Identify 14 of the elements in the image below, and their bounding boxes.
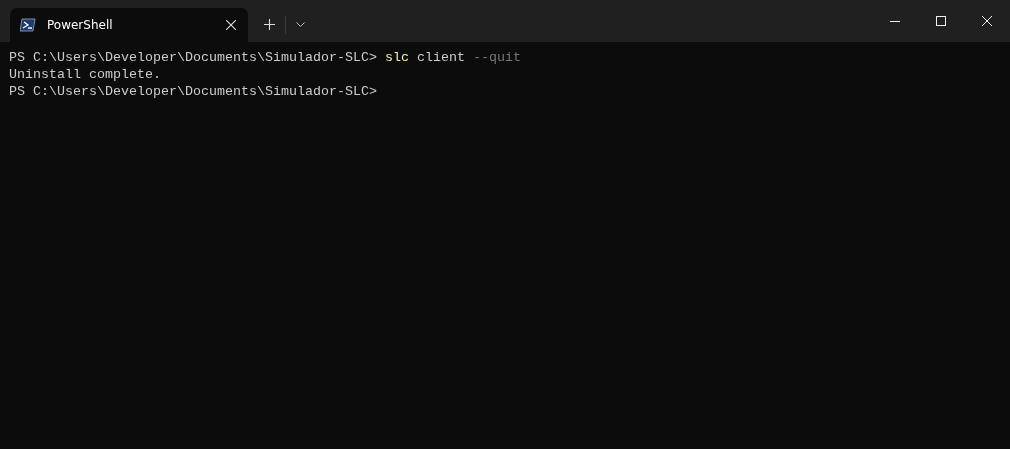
powershell-icon bbox=[20, 18, 36, 32]
close-tab-icon[interactable] bbox=[226, 20, 236, 30]
dropdown-icon[interactable] bbox=[296, 22, 305, 27]
terminal-text: PS C:\Users\Developer\Documents\Simulador-SLC> bbox=[9, 84, 377, 99]
tab-title: PowerShell bbox=[47, 18, 114, 32]
new-tab-icon[interactable] bbox=[264, 19, 275, 30]
terminal-text: PS C:\Users\Developer\Documents\Simulador-SLC> bbox=[9, 50, 378, 65]
terminal-text: slc bbox=[384, 50, 409, 65]
terminal-text: --quit bbox=[472, 50, 521, 65]
maximize-icon[interactable] bbox=[936, 16, 946, 26]
terminal-text: client bbox=[415, 50, 466, 65]
tab[interactable]: PowerShell bbox=[10, 8, 248, 42]
close-icon[interactable] bbox=[982, 16, 992, 26]
terminal-text: Uninstall complete. bbox=[9, 67, 161, 82]
